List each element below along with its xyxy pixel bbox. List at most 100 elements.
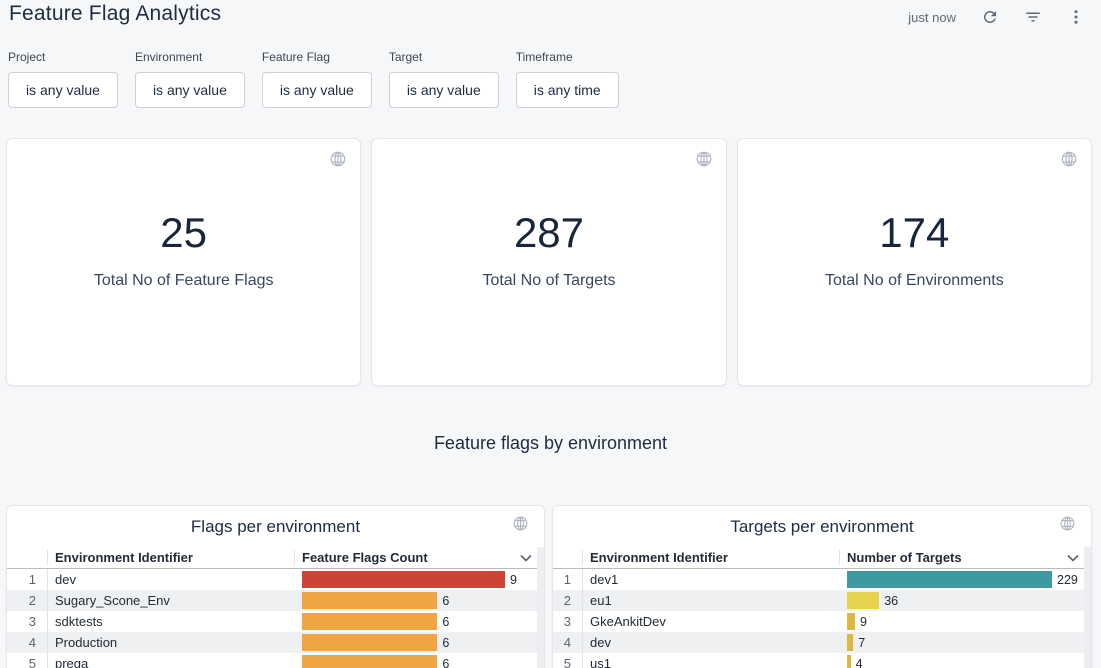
chevron-down-icon[interactable] (1067, 554, 1079, 562)
widget-targets-per-environment: Targets per environment Environment Iden… (552, 505, 1092, 668)
table-row[interactable]: 3 sdktests 6 (7, 611, 537, 632)
table-row[interactable]: 1 dev 9 (7, 569, 537, 590)
targets-table: Environment Identifier Number of Targets… (553, 547, 1084, 668)
environment-identifier-cell[interactable]: eu1 (583, 593, 839, 608)
bar-cell[interactable]: 6 (294, 590, 537, 611)
kpi-label: Total No of Environments (825, 272, 1004, 290)
filter-timeframe-value-button[interactable]: is any time (516, 72, 619, 108)
environment-identifier-cell[interactable]: dev (48, 572, 294, 587)
table-scrollbar[interactable] (1084, 547, 1091, 668)
widget-title: Targets per environment (553, 506, 1091, 547)
bar-cell[interactable]: 6 (294, 632, 537, 653)
environment-identifier-cell[interactable]: dev1 (583, 572, 839, 587)
kpi-total-targets: 287 Total No of Targets (371, 138, 726, 386)
row-number: 1 (7, 569, 48, 590)
filter-label: Timeframe (516, 50, 619, 64)
table-row[interactable]: 4 dev 7 (553, 632, 1084, 653)
table-row[interactable]: 3 GkeAnkitDev 9 (553, 611, 1084, 632)
environment-identifier-cell[interactable]: Production (48, 635, 294, 650)
value-bar[interactable] (302, 655, 437, 668)
table-row[interactable]: 4 Production 6 (7, 632, 537, 653)
filter-feature-flag-value-button[interactable]: is any value (262, 72, 372, 108)
bar-value-label: 9 (860, 615, 867, 629)
bar-cell[interactable]: 9 (839, 611, 1084, 632)
widget-title: Flags per environment (7, 506, 544, 547)
filter-environment-value-button[interactable]: is any value (135, 72, 245, 108)
bar-cell[interactable]: 6 (294, 611, 537, 632)
filter-feature-flag: Feature Flag is any value (262, 50, 372, 108)
filter-bar: Project is any value Environment is any … (8, 50, 619, 108)
value-bar[interactable] (302, 613, 437, 630)
globe-icon (695, 150, 713, 168)
environment-identifier-cell[interactable]: dev (583, 635, 839, 650)
refresh-icon[interactable] (981, 8, 999, 26)
flags-table: Environment Identifier Feature Flags Cou… (7, 547, 537, 668)
bar-value-label: 229 (1057, 573, 1078, 587)
value-bar[interactable] (302, 571, 505, 588)
bar-cell[interactable]: 7 (839, 632, 1084, 653)
value-bar[interactable] (302, 592, 437, 609)
bar-cell[interactable]: 9 (294, 569, 537, 590)
value-bar[interactable] (847, 613, 855, 630)
kpi-value: 174 (879, 209, 949, 257)
filter-project: Project is any value (8, 50, 118, 108)
row-number: 2 (553, 590, 583, 611)
environment-identifier-cell[interactable]: Sugary_Scone_Env (48, 593, 294, 608)
column-header-feature-flags-count[interactable]: Feature Flags Count (294, 550, 537, 565)
kpi-total-feature-flags: 25 Total No of Feature Flags (6, 138, 361, 386)
value-bar[interactable] (302, 634, 437, 651)
row-number: 4 (7, 632, 48, 653)
column-header-environment-identifier[interactable]: Environment Identifier (48, 550, 294, 565)
table-header-row: Environment Identifier Feature Flags Cou… (7, 547, 537, 569)
bar-cell[interactable]: 36 (839, 590, 1084, 611)
table-row[interactable]: 2 Sugary_Scone_Env 6 (7, 590, 537, 611)
bar-value-label: 7 (858, 636, 865, 650)
row-number-column-header (7, 550, 48, 565)
table-scrollbar[interactable] (537, 547, 544, 668)
table-row[interactable]: 5 us1 4 (553, 653, 1084, 668)
value-bar[interactable] (847, 655, 851, 668)
bar-value-label: 6 (442, 615, 449, 629)
row-number: 2 (7, 590, 48, 611)
bar-cell[interactable]: 229 (839, 569, 1084, 590)
environment-identifier-cell[interactable]: GkeAnkitDev (583, 614, 839, 629)
globe-icon (1059, 515, 1076, 532)
filter-label: Feature Flag (262, 50, 372, 64)
row-number: 3 (553, 611, 583, 632)
environment-identifier-cell[interactable]: prega (48, 656, 294, 668)
bar-value-label: 4 (856, 657, 863, 668)
kebab-menu-icon[interactable] (1067, 8, 1085, 26)
column-header-number-of-targets[interactable]: Number of Targets (839, 550, 1084, 565)
bar-value-label: 36 (884, 594, 898, 608)
row-number: 3 (7, 611, 48, 632)
table-header-row: Environment Identifier Number of Targets (553, 547, 1084, 569)
bar-value-label: 6 (442, 636, 449, 650)
bar-cell[interactable]: 6 (294, 653, 537, 668)
globe-icon (512, 515, 529, 532)
chevron-down-icon[interactable] (520, 554, 532, 562)
table-row[interactable]: 1 dev1 229 (553, 569, 1084, 590)
column-header-environment-identifier[interactable]: Environment Identifier (583, 550, 839, 565)
filter-target-value-button[interactable]: is any value (389, 72, 499, 108)
header-actions: just now (908, 5, 1085, 29)
value-bar[interactable] (847, 592, 879, 609)
environment-identifier-cell[interactable]: us1 (583, 656, 839, 668)
filter-list-icon[interactable] (1024, 8, 1042, 26)
table-row[interactable]: 2 eu1 36 (553, 590, 1084, 611)
bar-value-label: 9 (510, 573, 517, 587)
table-row[interactable]: 5 prega 6 (7, 653, 537, 668)
table-body: 1 dev1 229 2 eu1 36 3 GkeAnkitDev 9 4 de… (553, 569, 1084, 668)
filter-target: Target is any value (389, 50, 499, 108)
last-updated-text: just now (908, 10, 956, 25)
bar-cell[interactable]: 4 (839, 653, 1084, 668)
filter-project-value-button[interactable]: is any value (8, 72, 118, 108)
table-body: 1 dev 9 2 Sugary_Scone_Env 6 3 sdktests … (7, 569, 537, 668)
environment-identifier-cell[interactable]: sdktests (48, 614, 294, 629)
kpi-value: 25 (160, 209, 207, 257)
value-bar[interactable] (847, 634, 853, 651)
value-bar[interactable] (847, 571, 1052, 588)
row-number-column-header (553, 550, 583, 565)
row-number: 5 (553, 653, 583, 668)
dashboard-header: Feature Flag Analytics just now (0, 0, 1101, 44)
section-title: Feature flags by environment (0, 433, 1101, 454)
